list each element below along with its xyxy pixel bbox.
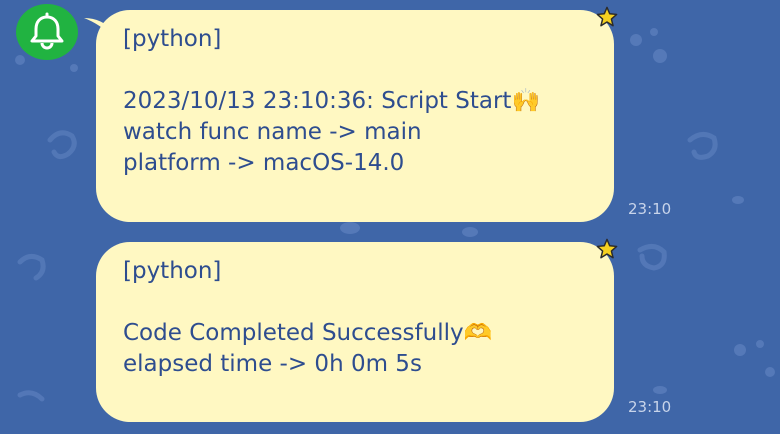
message-line [123, 55, 604, 86]
message-line: elapsed time -> 0h 0m 5s [123, 351, 422, 377]
message-line: [python] [123, 26, 222, 52]
message-line [123, 287, 604, 318]
message-line: watch func name -> main [123, 119, 422, 145]
message-timestamp: 23:10 [628, 200, 672, 218]
message-line: Code Completed Successfully🫶 [123, 320, 493, 346]
bell-icon [30, 12, 64, 50]
message-line: platform -> macOS-14.0 [123, 150, 405, 176]
star-icon[interactable] [596, 238, 618, 260]
message-timestamp: 23:10 [628, 398, 672, 416]
bot-avatar[interactable] [16, 4, 78, 60]
message-line: [python] [123, 258, 222, 284]
star-icon[interactable] [596, 6, 618, 28]
message-bubble[interactable]: [python] 2023/10/13 23:10:36: Script Sta… [84, 6, 618, 222]
message-bubble[interactable]: [python] Code Completed Successfully🫶 el… [96, 238, 618, 422]
bubble-tail [84, 18, 114, 38]
message-line: 2023/10/13 23:10:36: Script Start🙌 [123, 88, 541, 114]
